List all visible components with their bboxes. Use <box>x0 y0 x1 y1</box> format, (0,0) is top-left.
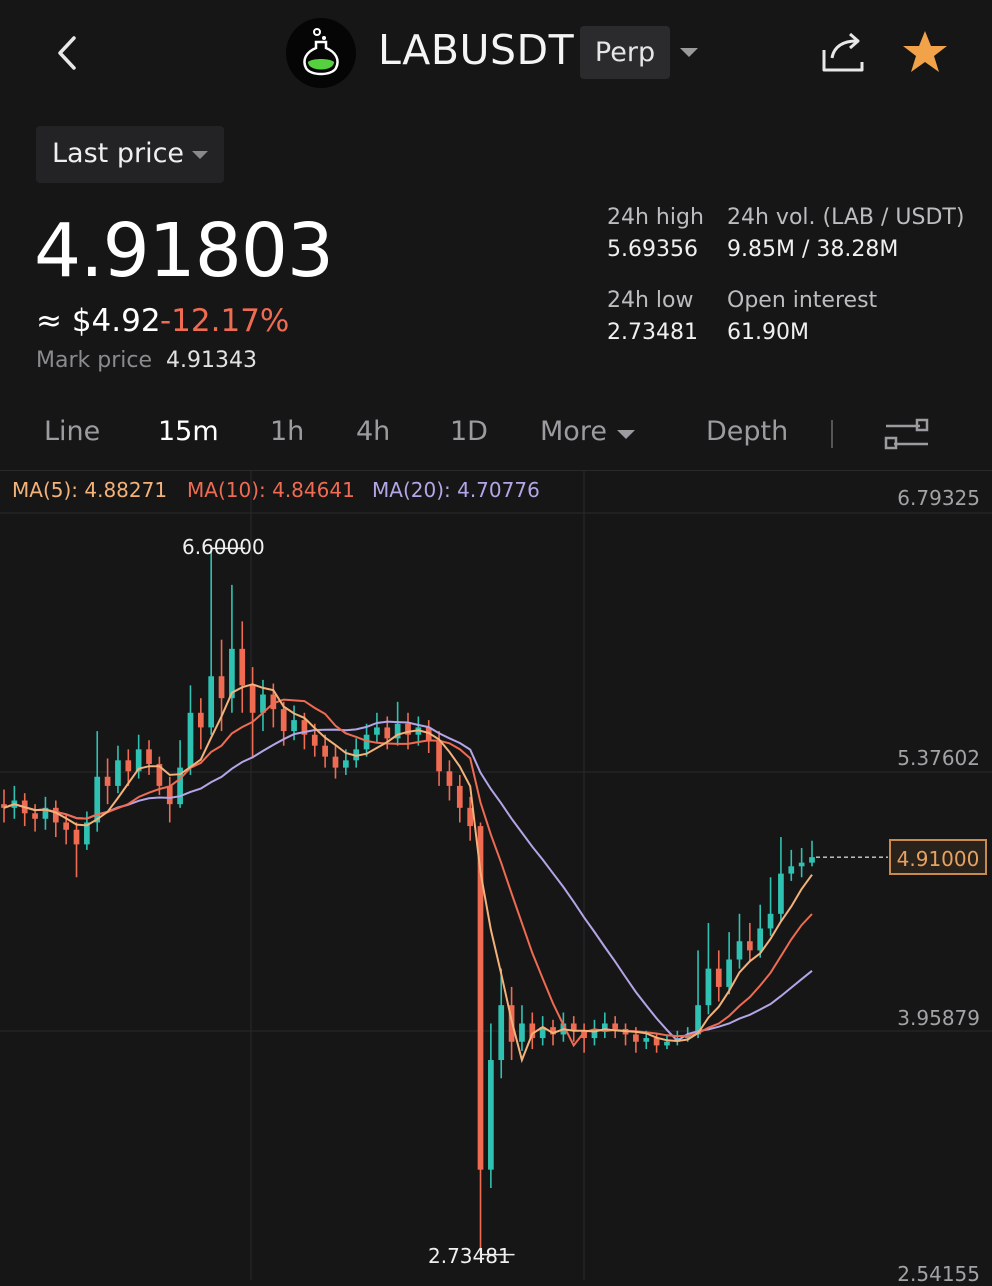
candle-body <box>197 712 204 728</box>
candle-body <box>52 807 59 823</box>
ma20-label: MA(20): 4.70776 <box>372 478 540 502</box>
candle-body <box>498 1005 505 1061</box>
candle-body <box>384 727 391 739</box>
candle-body <box>374 727 380 735</box>
candle-body <box>446 771 453 786</box>
candle-body <box>208 676 215 728</box>
candle-body <box>125 760 132 772</box>
candle-body <box>239 648 246 686</box>
candle-body <box>322 745 328 757</box>
ma10-line <box>3 698 813 1048</box>
high-marker-label: 6.60000 <box>182 535 265 559</box>
candlestick-chart[interactable] <box>0 0 992 1280</box>
y-axis-label-top: 6.79325 <box>897 486 980 510</box>
candle-body <box>73 829 80 845</box>
candle-body <box>488 1060 494 1170</box>
candle-body <box>767 913 774 929</box>
candle-body <box>809 857 815 863</box>
candle-body <box>633 1034 639 1042</box>
candle-body <box>104 776 111 786</box>
candle-body <box>705 968 712 1006</box>
candle-body <box>280 709 287 732</box>
y-axis-label-2: 5.37602 <box>897 746 980 770</box>
candle-body <box>726 959 732 987</box>
candle-body <box>166 785 173 805</box>
ma20-line <box>3 720 813 1042</box>
candle-body <box>249 685 256 713</box>
candle-body <box>218 676 225 699</box>
candle-body <box>32 813 38 819</box>
candle-body <box>612 1023 619 1029</box>
candle-body <box>715 968 722 987</box>
candle-body <box>342 760 349 768</box>
candle-body <box>519 1023 525 1042</box>
candle-body <box>788 866 795 874</box>
low-marker-label: 2.73481 <box>428 1244 511 1268</box>
candle-body <box>664 1041 670 1046</box>
candle-body <box>643 1038 650 1042</box>
candle-body <box>757 928 764 951</box>
candle-body <box>291 720 297 732</box>
candle-body <box>63 822 70 830</box>
ma10-label: MA(10): 4.84641 <box>187 478 355 502</box>
candle-body <box>456 785 463 808</box>
candle-body <box>798 862 805 867</box>
y-axis-label-3: 3.95879 <box>897 1006 980 1030</box>
candle-body <box>736 941 743 960</box>
current-price-tag: 4.91000 <box>889 839 987 876</box>
candle-body <box>187 712 194 768</box>
ma5-label: MA(5): 4.88271 <box>12 478 168 502</box>
candle-body <box>778 873 784 914</box>
candle-body <box>746 941 753 951</box>
candle-body <box>146 749 152 764</box>
y-axis-label-bottom: 2.54155 <box>897 1262 980 1286</box>
candle-body <box>311 734 318 746</box>
candle-body <box>115 760 121 786</box>
candle-body <box>332 756 339 768</box>
candle-body <box>436 740 442 772</box>
